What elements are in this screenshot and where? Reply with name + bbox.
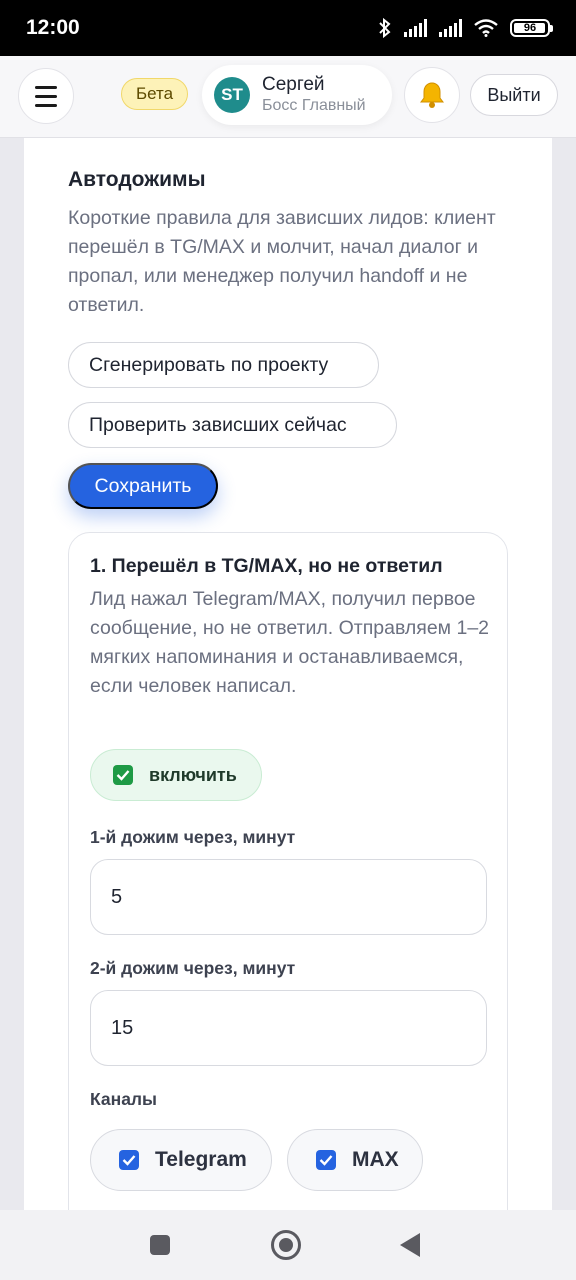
section-description: Короткие правила для зависших лидов: кли… — [68, 207, 496, 316]
bell-icon — [420, 82, 444, 108]
first-nudge-input[interactable] — [90, 859, 487, 935]
hamburger-menu-button[interactable] — [18, 68, 74, 124]
enable-toggle[interactable]: включить — [90, 749, 262, 801]
check-stuck-now-button[interactable]: Проверить зависших сейчас — [68, 402, 397, 448]
battery-level: 96 — [523, 22, 537, 34]
second-nudge-label: 2-й дожим через, минут — [90, 958, 296, 978]
main-card: Автодожимы Короткие правила для зависших… — [24, 138, 552, 1210]
rule-title: 1. Перешёл в TG/MAX, но не ответил — [90, 555, 443, 577]
checkmark-icon — [122, 1155, 136, 1166]
back-icon[interactable] — [400, 1233, 420, 1257]
user-name: Сергей — [262, 74, 325, 95]
user-role: Босс Главный — [262, 97, 366, 114]
signal-icon — [404, 19, 427, 37]
recent-apps-icon[interactable] — [150, 1235, 170, 1255]
save-button[interactable]: Сохранить — [68, 463, 218, 509]
telegram-checkbox[interactable] — [119, 1150, 139, 1170]
channel-telegram[interactable]: Telegram — [90, 1129, 272, 1191]
beta-badge: Бета — [121, 78, 189, 110]
app-header: Бета ST Сергей Босс Главный Выйти — [0, 56, 576, 138]
status-time: 12:00 — [26, 16, 80, 39]
signal-icon — [439, 19, 462, 37]
notifications-button[interactable] — [404, 67, 460, 123]
section-title: Автодожимы — [68, 168, 206, 191]
checkmark-icon — [116, 770, 130, 781]
bluetooth-icon — [379, 17, 391, 39]
max-checkbox[interactable] — [316, 1150, 336, 1170]
wifi-icon — [474, 19, 498, 37]
channels-label: Каналы — [90, 1089, 157, 1109]
first-nudge-label: 1-й дожим через, минут — [90, 827, 296, 847]
system-nav-bar — [0, 1210, 576, 1280]
status-bar: 12:00 96 — [0, 0, 576, 56]
avatar: ST — [214, 77, 250, 113]
logout-button[interactable]: Выйти — [470, 74, 558, 116]
generate-by-project-button[interactable]: Сгенерировать по проекту — [68, 342, 379, 388]
enable-checkbox[interactable] — [113, 765, 133, 785]
status-icons: 96 — [378, 17, 553, 39]
user-chip[interactable]: ST Сергей Босс Главный — [202, 65, 392, 125]
channel-max[interactable]: MAX — [287, 1129, 423, 1191]
user-info: Сергей Босс Главный — [262, 74, 366, 116]
home-icon[interactable] — [271, 1230, 301, 1260]
enable-label: включить — [149, 764, 237, 785]
rule-description: Лид нажал Telegram/MAX, получил первое с… — [90, 588, 490, 697]
checkmark-icon — [319, 1155, 333, 1166]
rule-card: 1. Перешёл в TG/MAX, но не ответил Лид н… — [68, 532, 508, 1210]
second-nudge-input[interactable] — [90, 990, 487, 1066]
battery-icon: 96 — [510, 19, 553, 37]
max-label: MAX — [352, 1148, 399, 1171]
telegram-label: Telegram — [155, 1148, 247, 1171]
hamburger-menu-icon — [35, 85, 57, 89]
